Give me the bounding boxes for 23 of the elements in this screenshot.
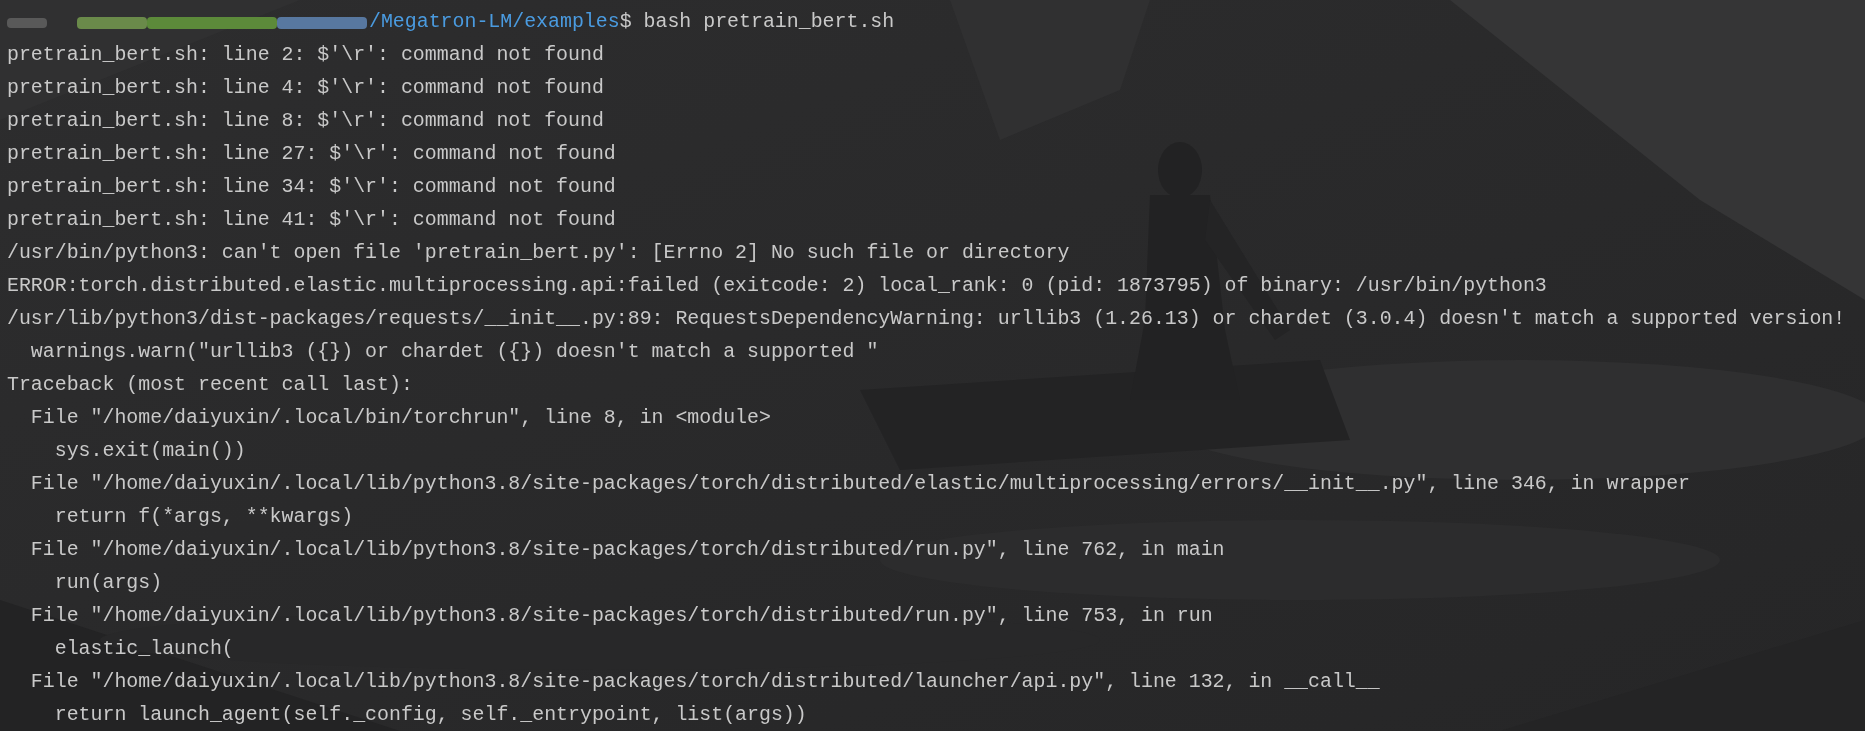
output-line: /usr/lib/python3/dist-packages/requests/__init__.py:89: RequestsDependencyWarning: urllib3 (1.26.13) or chardet (3.0.4) doesn't match a supported version! (7, 306, 1846, 332)
output-line: pretrain_bert.sh: line 41: $'\r': command not found (7, 207, 616, 233)
output-line: pretrain_bert.sh: line 27: $'\r': command not found (7, 141, 616, 167)
output-line: pretrain_bert.sh: line 2: $'\r': command not found (7, 42, 604, 68)
output-line: pretrain_bert.sh: line 8: $'\r': command not found (7, 108, 604, 134)
output-line: File "/home/daiyuxin/.local/lib/python3.8/site-packages/torch/distributed/elastic/multiprocessing/errors/__init__.py", line 346, in wrapper (29, 471, 1691, 497)
output-line: File "/home/daiyuxin/.local/bin/torchrun", line 8, in <module> (29, 405, 771, 431)
output-line: File "/home/daiyuxin/.local/lib/python3.8/site-packages/torch/distributed/run.py", line 762, in main (29, 537, 1225, 563)
output-line: sys.exit(main()) (53, 438, 246, 464)
output-line: warnings.warn("urllib3 ({}) or chardet ({}) doesn't match a supported " (29, 339, 879, 365)
output-line: run(args) (53, 570, 163, 596)
output-line: ERROR:torch.distributed.elastic.multiprocessing.api:failed (exitcode: 2) local_rank: 0 (pid: 1873795) of binary: /usr/bin/python3 (7, 273, 1547, 299)
output-line: File "/home/daiyuxin/.local/lib/python3.8/site-packages/torch/distributed/run.py", line 753, in run (29, 603, 1213, 629)
output-line: return launch_agent(self._config, self._entrypoint, list(args)) (53, 702, 807, 728)
output-line: Traceback (most recent call last): (7, 372, 413, 398)
output-line: /usr/bin/python3: can't open file 'pretrain_bert.py': [Errno 2] No such file or directory (7, 240, 1070, 266)
prompt-path: /Megatron-LM/examples (369, 9, 620, 35)
output-line: elastic_launch( (53, 636, 234, 662)
output-line: File "/home/daiyuxin/.local/lib/python3.8/site-packages/torch/distributed/launcher/api.py", line 132, in __call__ (29, 669, 1380, 695)
output-line: return f(*args, **kwargs) (53, 504, 354, 530)
output-line: pretrain_bert.sh: line 4: $'\r': command not found (7, 75, 604, 101)
command-text: $ bash pretrain_bert.sh (619, 9, 895, 35)
output-line: pretrain_bert.sh: line 34: $'\r': command not found (7, 174, 616, 200)
